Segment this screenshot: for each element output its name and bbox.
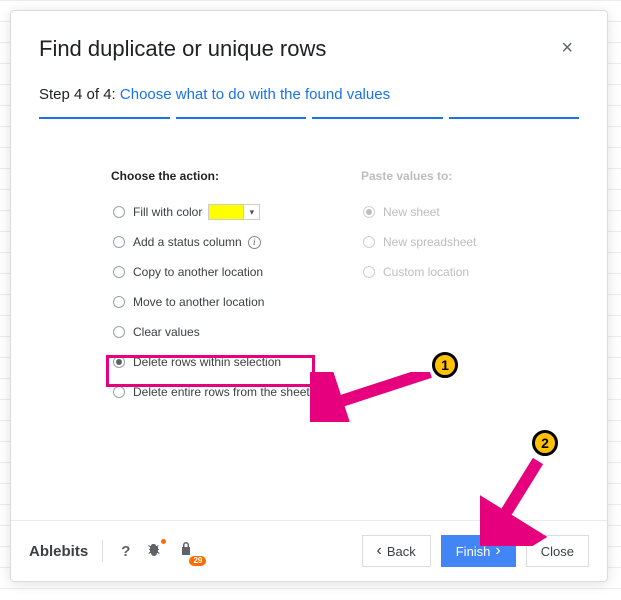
option-new-sheet: New sheet xyxy=(361,197,541,227)
info-icon[interactable]: i xyxy=(248,236,261,249)
radio-icon xyxy=(113,206,125,218)
option-label: Fill with color xyxy=(133,205,202,219)
radio-icon xyxy=(113,386,125,398)
notification-dot xyxy=(161,539,166,544)
footer-left: Ablebits ? 29 xyxy=(29,539,198,563)
close-icon[interactable]: × xyxy=(555,33,579,64)
option-label: Add a status column xyxy=(133,235,242,249)
option-label: Delete rows within selection xyxy=(133,355,281,369)
radio-icon xyxy=(113,356,125,368)
option-label: New sheet xyxy=(383,205,440,219)
option-add-status[interactable]: Add a status column i xyxy=(111,227,321,257)
radio-icon xyxy=(113,326,125,338)
dialog-header: Find duplicate or unique rows × xyxy=(11,11,607,72)
step-prefix: Step 4 of 4: xyxy=(39,86,120,103)
chevron-down-icon[interactable]: ▾ xyxy=(244,204,260,220)
annotation-arrow-1 xyxy=(310,372,440,422)
marker-label: 2 xyxy=(541,435,549,451)
action-heading: Choose the action: xyxy=(111,169,321,183)
step-indicator: Step 4 of 4: Choose what to do with the … xyxy=(11,72,607,109)
radio-icon xyxy=(363,236,375,248)
step-link[interactable]: Choose what to do with the found values xyxy=(120,86,390,103)
back-button[interactable]: Back xyxy=(362,535,431,567)
option-clear-values[interactable]: Clear values xyxy=(111,317,321,347)
option-label: Copy to another location xyxy=(133,265,263,279)
option-delete-entire[interactable]: Delete entire rows from the sheet xyxy=(111,377,321,407)
action-column: Choose the action: Fill with color ▾ Add… xyxy=(111,169,321,407)
annotation-marker-2: 2 xyxy=(532,430,558,456)
option-new-spreadsheet: New spreadsheet xyxy=(361,227,541,257)
brand-label: Ablebits xyxy=(29,543,88,560)
radio-icon xyxy=(363,206,375,218)
radio-icon xyxy=(113,266,125,278)
marker-label: 1 xyxy=(441,357,449,373)
radio-icon xyxy=(113,236,125,248)
annotation-arrow-2 xyxy=(480,456,550,546)
annotation-marker-1: 1 xyxy=(432,352,458,378)
dialog-title: Find duplicate or unique rows xyxy=(39,36,326,62)
option-label: New spreadsheet xyxy=(383,235,476,249)
option-label: Custom location xyxy=(383,265,469,279)
option-label: Delete entire rows from the sheet xyxy=(133,385,310,399)
option-label: Clear values xyxy=(133,325,200,339)
dialog-content: Choose the action: Fill with color ▾ Add… xyxy=(11,119,607,427)
option-custom-location: Custom location xyxy=(361,257,541,287)
option-delete-selection[interactable]: Delete rows within selection xyxy=(111,347,321,377)
option-label: Move to another location xyxy=(133,295,264,309)
badge-count: 29 xyxy=(189,556,206,566)
divider xyxy=(102,540,103,562)
button-label: Back xyxy=(387,544,416,559)
help-icon[interactable]: ? xyxy=(117,541,134,562)
lock-icon[interactable]: 29 xyxy=(174,539,198,563)
radio-icon xyxy=(363,266,375,278)
footer-right: Back Finish Close xyxy=(362,535,590,567)
radio-icon xyxy=(113,296,125,308)
option-move-location[interactable]: Move to another location xyxy=(111,287,321,317)
option-fill-color[interactable]: Fill with color ▾ xyxy=(111,197,321,227)
color-swatch[interactable] xyxy=(208,204,244,220)
bug-icon[interactable] xyxy=(142,539,166,563)
option-copy-location[interactable]: Copy to another location xyxy=(111,257,321,287)
paste-heading: Paste values to: xyxy=(361,169,541,183)
